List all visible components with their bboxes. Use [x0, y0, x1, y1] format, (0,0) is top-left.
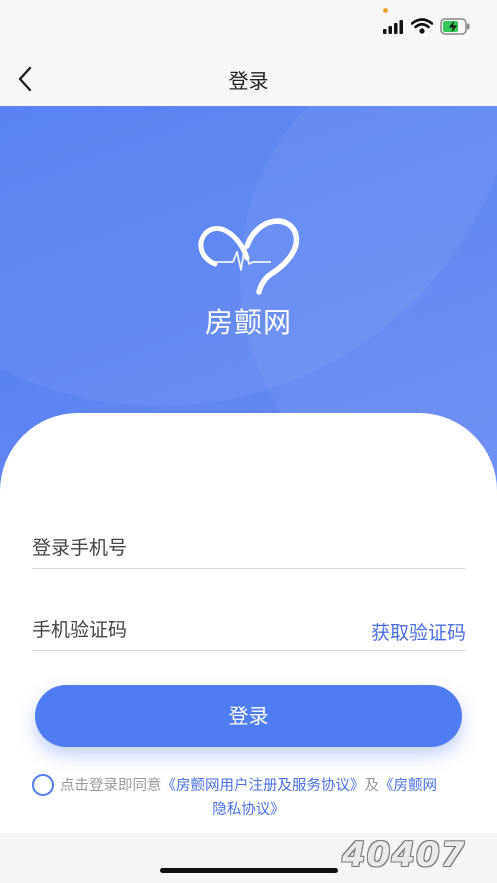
privacy-link-part2[interactable]: 隐私协议》: [212, 802, 285, 818]
site-watermark-logo: 40407: [342, 835, 466, 875]
wifi-icon: [411, 18, 433, 34]
code-field: 获取验证码: [32, 614, 466, 651]
agreement-checkbox[interactable]: [32, 774, 54, 796]
phone-input[interactable]: [32, 532, 332, 564]
navigation-bar: 登录: [0, 50, 497, 106]
page-title: 登录: [228, 69, 269, 93]
heart-heartbeat-logo-icon: [198, 218, 300, 295]
status-bar: [0, 0, 497, 50]
agreement-text: 点击登录即同意《房颤网用户注册及服务协议》及《房颤网: [60, 774, 470, 798]
terms-link[interactable]: 《房颤网用户注册及服务协议》: [162, 778, 365, 794]
cellular-signal-icon: [383, 20, 403, 34]
agreement-line2: 隐私协议》: [0, 798, 497, 822]
battery-charging-icon: [440, 18, 470, 35]
privacy-indicator-dot: [383, 8, 388, 13]
verification-code-input[interactable]: [32, 614, 332, 646]
get-code-button[interactable]: 获取验证码: [371, 618, 466, 645]
phone-field: [32, 532, 466, 569]
home-indicator: [160, 868, 338, 873]
agreement-and: 及: [364, 778, 380, 794]
privacy-link-part1[interactable]: 《房颤网: [379, 778, 437, 794]
agreement-prefix: 点击登录即同意: [60, 778, 162, 794]
login-button[interactable]: 登录: [35, 685, 462, 747]
brand-name: 房颤网: [204, 306, 292, 339]
